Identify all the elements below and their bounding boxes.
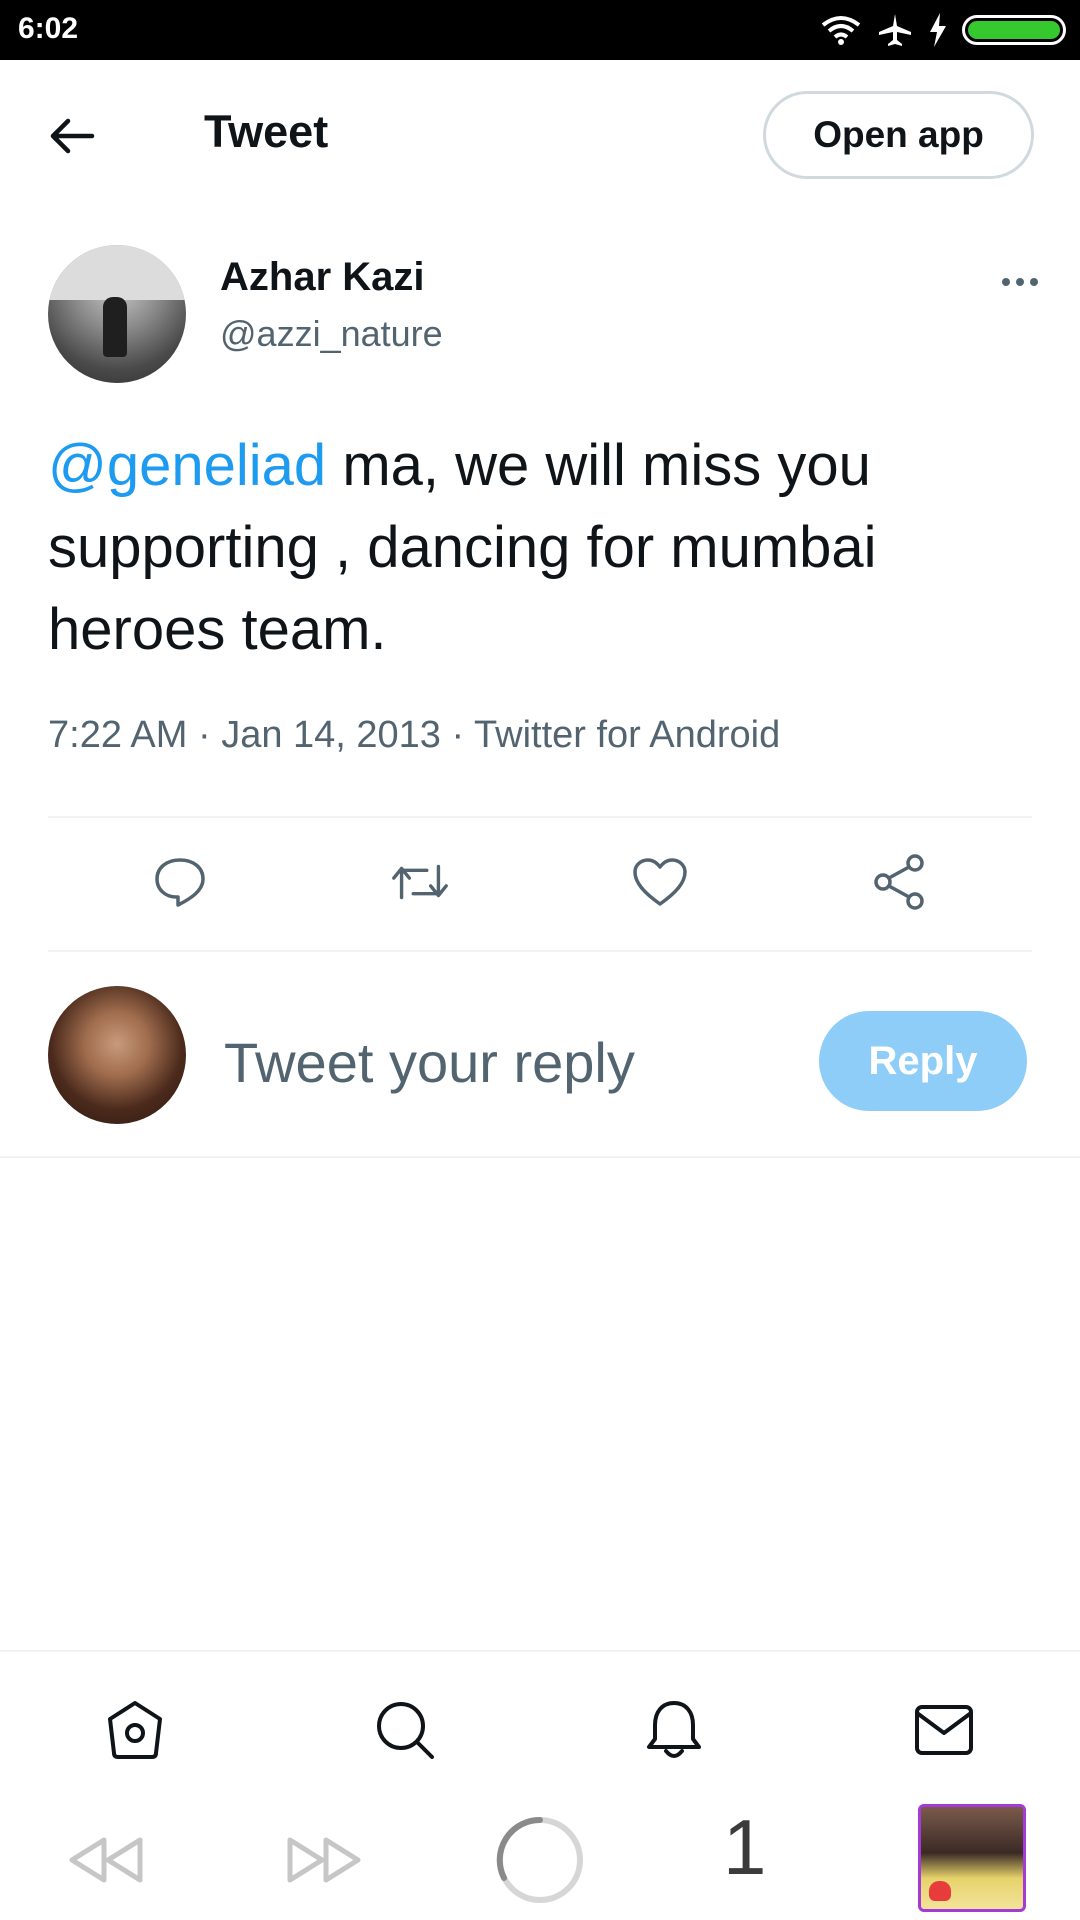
heart-icon	[633, 858, 687, 906]
page-title: Tweet	[204, 106, 329, 157]
reply-action-button[interactable]	[148, 850, 212, 914]
reply-input[interactable]: Tweet your reply	[224, 1030, 635, 1095]
profile-thumbnail[interactable]	[918, 1804, 1026, 1912]
bell-icon	[647, 1701, 701, 1758]
loading-spinner-icon	[496, 1816, 583, 1903]
tweet-author: Azhar Kazi @azzi_nature	[48, 245, 1048, 385]
retweet-action-button[interactable]	[388, 850, 452, 914]
share-icon	[874, 854, 924, 910]
divider	[48, 816, 1032, 818]
back-arrow-icon	[50, 118, 95, 154]
like-action-button[interactable]	[628, 850, 692, 914]
share-action-button[interactable]	[868, 850, 932, 914]
charging-icon	[930, 13, 946, 47]
reply-button[interactable]: Reply	[819, 1011, 1027, 1111]
nav-messages[interactable]	[908, 1694, 980, 1766]
mail-icon	[915, 1705, 973, 1755]
tweet-text: @geneliad ma, we will miss you supportin…	[48, 425, 1038, 671]
search-icon	[377, 1702, 434, 1759]
retweet-icon	[392, 864, 448, 900]
tweet-meta: 7:22 AM · Jan 14, 2013 · Twitter for And…	[48, 714, 781, 756]
fast-forward-icon	[287, 1837, 361, 1883]
tweet-actions	[48, 820, 1032, 946]
rewind-icon	[69, 1837, 143, 1883]
browser-forward-button[interactable]	[274, 1814, 374, 1906]
home-icon	[108, 1701, 162, 1759]
user-avatar	[48, 986, 186, 1124]
nav-search[interactable]	[369, 1694, 441, 1766]
author-name[interactable]: Azhar Kazi	[220, 255, 425, 300]
browser-back-button[interactable]	[56, 1814, 156, 1906]
tab-count[interactable]: 1	[723, 1802, 766, 1893]
author-handle[interactable]: @azzi_nature	[220, 313, 443, 355]
more-options-button[interactable]	[992, 267, 1048, 297]
open-app-button[interactable]: Open app	[763, 91, 1034, 179]
status-time: 6:02	[18, 12, 79, 45]
more-icon	[1002, 278, 1010, 286]
wifi-icon	[821, 16, 861, 45]
comment-icon	[155, 858, 205, 907]
battery-icon	[962, 15, 1066, 45]
nav-home[interactable]	[99, 1694, 171, 1766]
back-button[interactable]	[44, 108, 100, 164]
nav-notifications[interactable]	[638, 1694, 710, 1766]
airplane-mode-icon	[879, 14, 911, 46]
author-avatar[interactable]	[48, 245, 186, 383]
mention-link[interactable]: @geneliad	[48, 433, 326, 498]
heart-sticker-icon	[929, 1881, 951, 1901]
top-bar: Tweet Open app	[0, 60, 1080, 210]
reply-composer: Tweet your reply Reply	[0, 950, 1080, 1158]
status-icons	[820, 10, 1066, 50]
browser-reload-button[interactable]	[490, 1814, 590, 1906]
browser-toolbar: 1	[0, 1800, 1080, 1920]
status-bar: 6:02	[0, 0, 1080, 60]
bottom-nav	[0, 1650, 1080, 1800]
